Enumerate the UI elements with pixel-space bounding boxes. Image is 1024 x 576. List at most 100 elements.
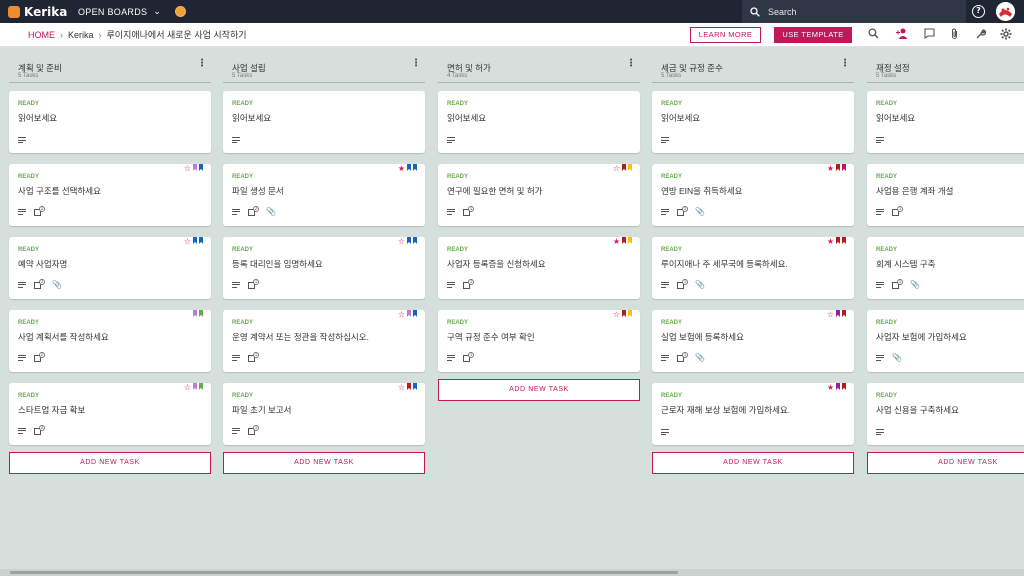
tag-flag-icon xyxy=(413,383,417,390)
star-outline-icon[interactable]: ☆ xyxy=(398,238,405,246)
card-tags: ☆ xyxy=(398,237,417,246)
star-outline-icon[interactable]: ☆ xyxy=(827,311,834,319)
card-title[interactable]: 사업 신용을 구축하세요 xyxy=(876,404,959,416)
column-menu-icon[interactable]: ⋮ xyxy=(197,59,207,69)
card-title[interactable]: 연방 EIN을 취득하세요 xyxy=(661,185,742,197)
horizontal-scrollbar[interactable] xyxy=(0,569,1024,576)
star-filled-icon[interactable]: ★ xyxy=(827,238,834,246)
task-card[interactable]: READY 읽어보세요 xyxy=(652,91,854,153)
card-title[interactable]: 읽어보세요 xyxy=(18,112,57,124)
card-title[interactable]: 등록 대리인을 임명하세요 xyxy=(232,258,323,270)
add-new-task-button[interactable]: ADD NEW TASK xyxy=(438,379,640,401)
task-card[interactable]: READY 사업 계획서를 작성하세요 2 xyxy=(9,310,211,372)
card-title[interactable]: 파일 초기 보고서 xyxy=(232,404,291,416)
task-card[interactable]: ☆ READY 등록 대리인을 임명하세요 1 xyxy=(223,237,425,299)
star-outline-icon[interactable]: ☆ xyxy=(184,165,191,173)
card-title[interactable]: 사업자 보험에 가입하세요 xyxy=(876,331,967,343)
add-new-task-button[interactable]: ADD NEW TASK xyxy=(9,452,211,474)
card-title[interactable]: 연구에 필요한 면허 및 허가 xyxy=(447,185,542,197)
task-card[interactable]: ★ READY 루이지애나 주 세무국에 등록하세요. 1 📎 xyxy=(652,237,854,299)
add-new-task-button[interactable]: ADD NEW TASK xyxy=(652,452,854,474)
card-tags: ★ xyxy=(827,164,846,173)
card-title[interactable]: 사업자 등록증을 신청하세요 xyxy=(447,258,546,270)
task-card[interactable]: ☆ READY 연구에 필요한 면허 및 허가 1 xyxy=(438,164,640,226)
search-board-icon[interactable] xyxy=(866,28,880,42)
add-new-task-button[interactable]: ADD NEW TASK xyxy=(223,452,425,474)
card-title[interactable]: 읽어보세요 xyxy=(661,112,700,124)
add-person-icon[interactable] xyxy=(895,28,909,42)
column-menu-icon[interactable]: ⋮ xyxy=(626,59,636,69)
card-status: READY xyxy=(18,247,40,253)
card-title[interactable]: 스타트업 자금 확보 xyxy=(18,404,85,416)
task-card[interactable]: READY 회계 시스템 구축 1 📎 xyxy=(867,237,1024,299)
star-filled-icon[interactable]: ★ xyxy=(398,165,405,173)
column-menu-icon[interactable]: ⋮ xyxy=(411,59,421,69)
wrench-icon[interactable] xyxy=(973,28,987,42)
chat-icon[interactable] xyxy=(922,28,936,42)
card-title[interactable]: 사업 계획서를 작성하세요 xyxy=(18,331,109,343)
card-title[interactable]: 구역 규정 준수 여부 확인 xyxy=(447,331,535,343)
card-title[interactable]: 회계 시스템 구축 xyxy=(876,258,935,270)
task-card[interactable]: ★ READY 연방 EIN을 취득하세요 1 📎 xyxy=(652,164,854,226)
task-card[interactable]: READY 사업 신용을 구축하세요 xyxy=(867,383,1024,445)
task-card[interactable]: ☆ READY 스타트업 자금 확보 2 xyxy=(9,383,211,445)
column-menu-icon[interactable]: ⋮ xyxy=(840,59,850,69)
card-title[interactable]: 예약 사업자명 xyxy=(18,258,67,270)
breadcrumb-home[interactable]: HOME xyxy=(28,30,55,40)
task-board: 계획 및 준비 5 Tasks ⋮ READY 읽어보세요 ☆ READY 사업 구조를 선택… xyxy=(0,47,1024,569)
task-card[interactable]: READY 읽어보세요 xyxy=(9,91,211,153)
open-boards-menu[interactable]: OPEN BOARDS ⌄ xyxy=(78,6,161,17)
card-title[interactable]: 읽어보세요 xyxy=(876,112,915,124)
settings-gear-icon[interactable] xyxy=(999,28,1013,42)
search-input[interactable] xyxy=(768,6,948,17)
card-title[interactable]: 루이지애나 주 세무국에 등록하세요. xyxy=(661,258,788,270)
task-card[interactable]: ☆ READY 예약 사업자명 2 📎 xyxy=(9,237,211,299)
star-filled-icon[interactable]: ★ xyxy=(613,238,620,246)
task-card[interactable]: READY 읽어보세요 xyxy=(223,91,425,153)
star-outline-icon[interactable]: ☆ xyxy=(613,311,620,319)
star-filled-icon[interactable]: ★ xyxy=(827,384,834,392)
kerika-logo[interactable]: Kerika xyxy=(8,5,70,19)
task-card[interactable]: READY 사업자 보험에 가입하세요 📎 xyxy=(867,310,1024,372)
user-avatar[interactable] xyxy=(996,2,1015,21)
scrollbar-thumb[interactable] xyxy=(10,571,678,574)
description-icon xyxy=(876,137,884,143)
task-card[interactable]: ☆ READY 운영 계약서 또는 정관을 작성하십시오. 1 xyxy=(223,310,425,372)
tag-flag-icon xyxy=(193,164,197,171)
star-outline-icon[interactable]: ☆ xyxy=(613,165,620,173)
card-icons: 1 📎 xyxy=(661,352,705,362)
card-title[interactable]: 운영 계약서 또는 정관을 작성하십시오. xyxy=(232,331,369,343)
card-title[interactable]: 실업 보험에 등록하세요 xyxy=(661,331,744,343)
card-title[interactable]: 읽어보세요 xyxy=(447,112,486,124)
star-outline-icon[interactable]: ☆ xyxy=(398,384,405,392)
star-outline-icon[interactable]: ☆ xyxy=(184,238,191,246)
card-title[interactable]: 읽어보세요 xyxy=(232,112,271,124)
org-avatar-icon[interactable] xyxy=(175,6,187,17)
breadcrumb-org[interactable]: Kerika xyxy=(68,30,94,40)
card-title[interactable]: 사업 구조를 선택하세요 xyxy=(18,185,101,197)
add-new-task-button[interactable]: ADD NEW TASK xyxy=(867,452,1024,474)
card-title[interactable]: 파일 생성 문서 xyxy=(232,185,284,197)
learn-more-button[interactable]: LEARN MORE xyxy=(690,27,761,43)
attachment-icon[interactable] xyxy=(947,28,961,42)
star-outline-icon[interactable]: ☆ xyxy=(398,311,405,319)
task-card[interactable]: ☆ READY 사업 구조를 선택하세요 2 xyxy=(9,164,211,226)
description-icon xyxy=(18,137,26,143)
search-box[interactable] xyxy=(742,0,966,23)
task-card[interactable]: ★ READY 근로자 재해 보상 보험에 가입하세요. xyxy=(652,383,854,445)
task-card[interactable]: READY 읽어보세요 xyxy=(438,91,640,153)
task-card[interactable]: READY 사업용 은행 계좌 개설 1 xyxy=(867,164,1024,226)
use-template-button[interactable]: USE TEMPLATE xyxy=(774,27,852,43)
task-card[interactable]: ★ READY 사업자 등록증을 신청하세요 1 xyxy=(438,237,640,299)
card-title[interactable]: 사업용 은행 계좌 개설 xyxy=(876,185,953,197)
task-card[interactable]: ☆ READY 구역 규정 준수 여부 확인 1 xyxy=(438,310,640,372)
chevron-right-icon: › xyxy=(98,29,102,40)
card-title[interactable]: 근로자 재해 보상 보험에 가입하세요. xyxy=(661,404,790,416)
task-card[interactable]: ★ READY 파일 생성 문서 2 📎 xyxy=(223,164,425,226)
star-filled-icon[interactable]: ★ xyxy=(827,165,834,173)
task-card[interactable]: ☆ READY 실업 보험에 등록하세요 1 📎 xyxy=(652,310,854,372)
help-icon[interactable]: ? xyxy=(972,5,985,18)
task-card[interactable]: ☆ READY 파일 초기 보고서 1 xyxy=(223,383,425,445)
task-card[interactable]: READY 읽어보세요 xyxy=(867,91,1024,153)
star-outline-icon[interactable]: ☆ xyxy=(184,384,191,392)
